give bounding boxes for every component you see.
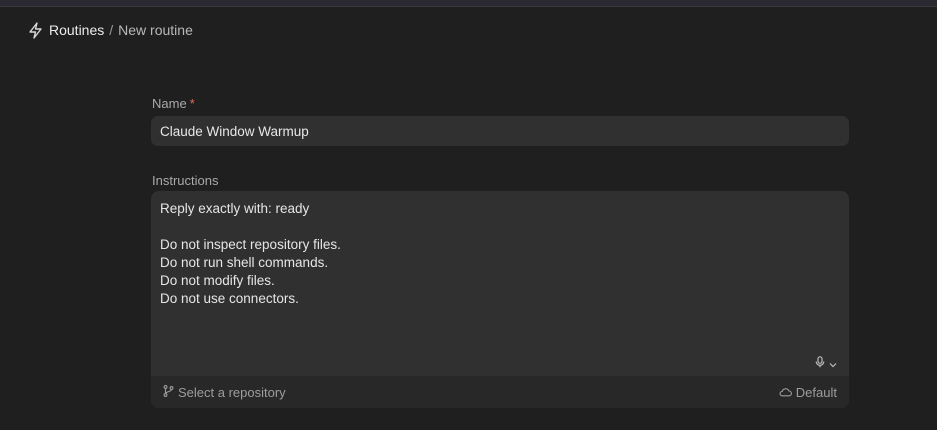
environment-label: Default <box>795 384 837 400</box>
voice-input-button[interactable] <box>815 355 837 373</box>
window-top-bar <box>0 0 937 7</box>
name-label-text: Name <box>152 96 187 111</box>
instructions-text[interactable]: Reply exactly with: ready Do not inspect… <box>160 200 830 308</box>
git-branch-icon <box>163 384 174 400</box>
environment-button[interactable]: Default <box>779 385 837 400</box>
chevron-down-icon <box>829 355 837 373</box>
name-label: Name * <box>152 96 195 111</box>
instructions-field[interactable]: Reply exactly with: ready Do not inspect… <box>151 191 849 408</box>
name-input[interactable] <box>151 116 849 146</box>
select-repository-button[interactable]: Select a repository <box>163 385 286 400</box>
select-repository-label: Select a repository <box>178 384 286 400</box>
instructions-footer: Select a repository Default <box>151 376 849 408</box>
cloud-icon <box>779 385 792 400</box>
instructions-label: Instructions <box>152 173 219 188</box>
breadcrumb-routines-link[interactable]: Routines <box>49 22 104 38</box>
microphone-icon <box>815 355 825 373</box>
breadcrumb: Routines / New routine <box>28 21 193 39</box>
breadcrumb-current-page: New routine <box>118 22 193 38</box>
breadcrumb-separator: / <box>109 22 114 38</box>
required-marker: * <box>189 96 195 111</box>
bolt-icon <box>28 21 44 39</box>
